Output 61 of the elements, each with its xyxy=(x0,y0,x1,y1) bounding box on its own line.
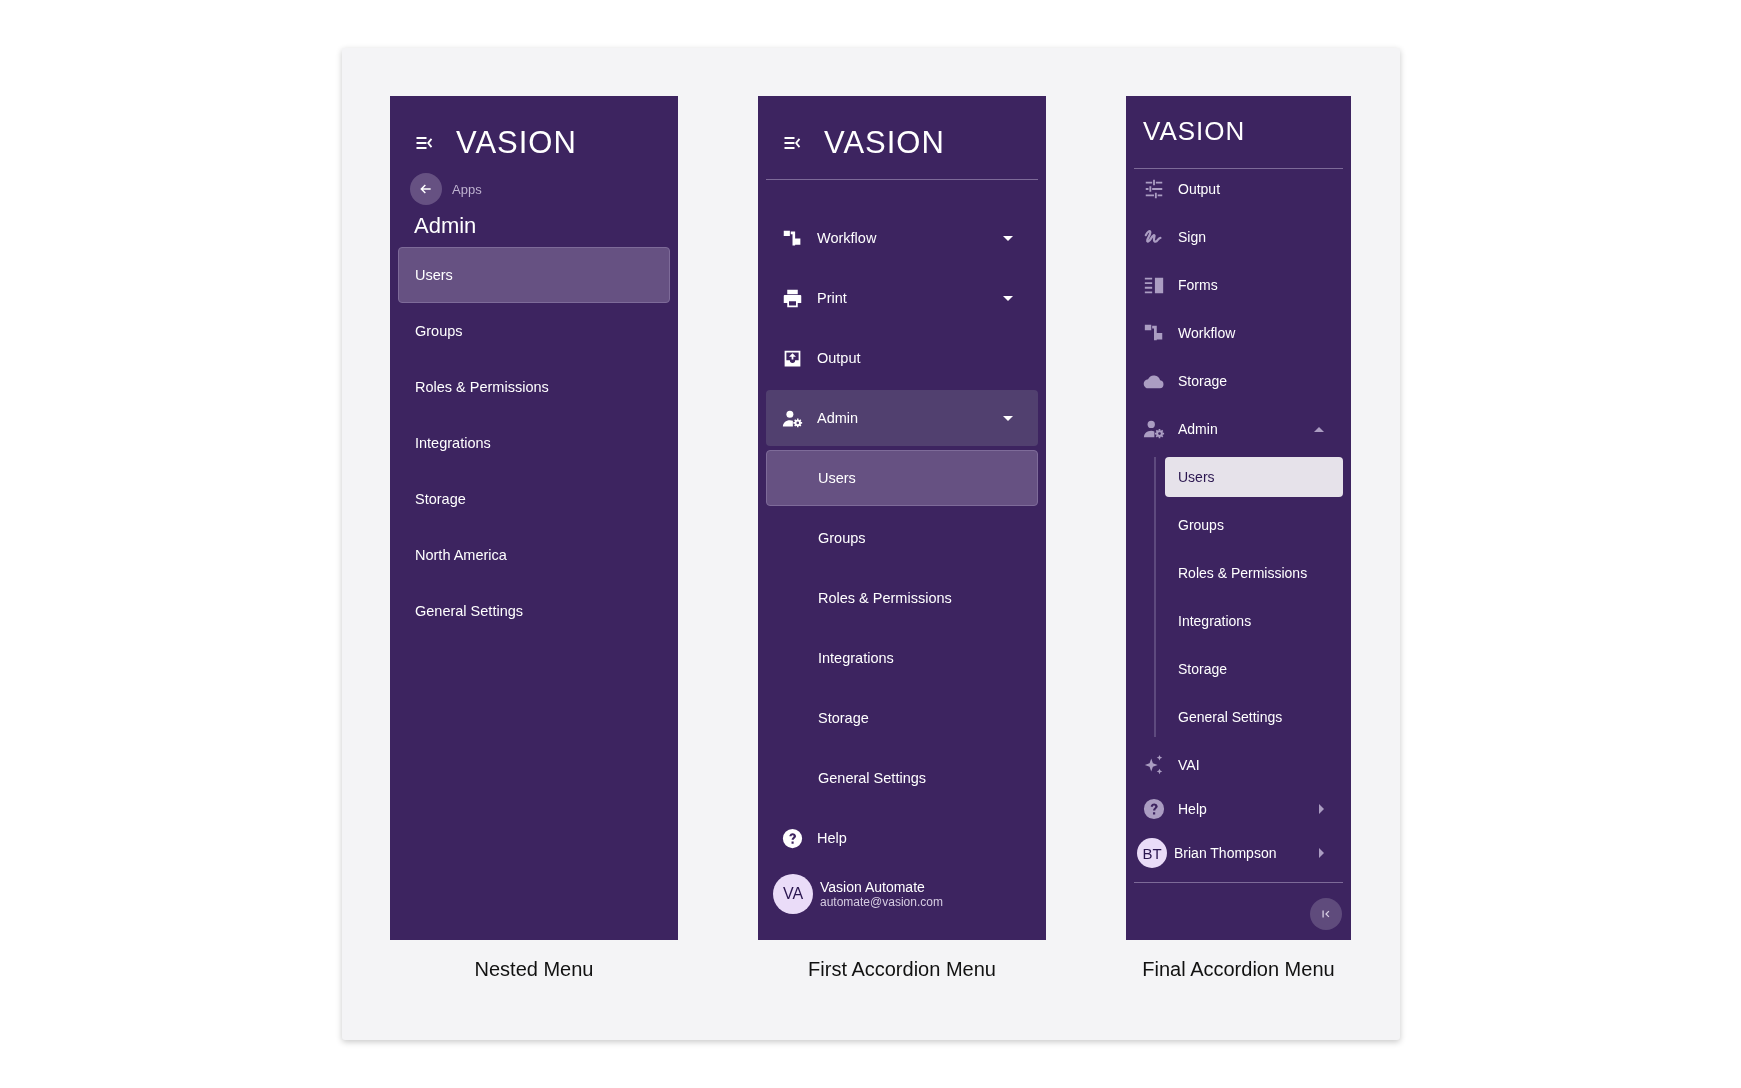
menu-item[interactable]: Output xyxy=(766,330,1038,386)
submenu-item[interactable]: Integrations xyxy=(766,630,1038,686)
menu-item[interactable]: Admin xyxy=(766,390,1038,446)
submenu-item[interactable]: Integrations xyxy=(1165,601,1343,641)
submenu-item[interactable]: Roles & Permissions xyxy=(766,570,1038,626)
caption: Final Accordion Menu xyxy=(1142,958,1335,981)
menu-item[interactable]: North America xyxy=(398,527,670,583)
logo: VASION xyxy=(456,125,577,161)
avatar: BT xyxy=(1137,838,1167,868)
help-item[interactable]: Help xyxy=(766,810,1038,866)
user-email: automate@vasion.com xyxy=(820,895,943,909)
user-gear-icon xyxy=(1143,418,1165,440)
avatar: VA xyxy=(773,874,813,914)
breadcrumb-link[interactable]: Apps xyxy=(452,181,482,197)
caret-icon xyxy=(1003,235,1013,241)
help-item[interactable]: Help xyxy=(1126,789,1343,829)
submenu-item[interactable]: Groups xyxy=(766,510,1038,566)
menu-item[interactable]: Forms xyxy=(1126,265,1343,305)
sparkle-icon xyxy=(1143,754,1165,776)
section-title: Admin xyxy=(413,212,478,239)
submenu-item[interactable]: Users xyxy=(766,450,1038,506)
user-menu[interactable]: BT Brian Thompson xyxy=(1126,833,1343,873)
menu-item[interactable]: Integrations xyxy=(398,415,670,471)
submenu-item[interactable]: Storage xyxy=(766,690,1038,746)
sliders-icon xyxy=(1143,178,1165,200)
logo: VASION xyxy=(1143,115,1246,148)
help-icon xyxy=(782,827,803,849)
menu-item[interactable]: VAI xyxy=(1126,745,1343,785)
menu-item[interactable]: Workflow xyxy=(1126,313,1343,353)
menu-item[interactable]: General Settings xyxy=(398,583,670,639)
user-menu[interactable]: VA Vasion Automate automate@vasion.com xyxy=(766,866,1038,922)
menu-item[interactable]: Storage xyxy=(398,471,670,527)
submenu-item[interactable]: General Settings xyxy=(1165,697,1343,737)
menu-item[interactable]: Print xyxy=(766,270,1038,326)
menu-item[interactable]: Admin xyxy=(1126,409,1343,449)
caption: First Accordion Menu xyxy=(808,958,996,981)
submenu-item[interactable]: Storage xyxy=(1165,649,1343,689)
submenu-item[interactable]: General Settings xyxy=(766,750,1038,806)
user-name: Vasion Automate xyxy=(820,879,926,895)
menu-item[interactable]: Workflow xyxy=(766,210,1038,266)
menu-item[interactable]: Groups xyxy=(398,303,670,359)
menu-item[interactable]: Users xyxy=(398,247,670,303)
caret-icon xyxy=(1003,415,1013,421)
submenu-item[interactable]: Groups xyxy=(1165,505,1343,545)
back-button[interactable] xyxy=(410,173,442,205)
submenu-item[interactable]: Users xyxy=(1165,457,1343,497)
menu-item[interactable]: Roles & Permissions xyxy=(398,359,670,415)
printer-icon xyxy=(782,287,803,309)
logo: VASION xyxy=(824,125,945,161)
submenu-item[interactable]: Roles & Permissions xyxy=(1165,553,1343,593)
caret-icon xyxy=(1314,426,1324,432)
help-icon xyxy=(1143,798,1165,820)
menu-item[interactable]: Output xyxy=(1126,169,1343,209)
collapse-button[interactable] xyxy=(1310,898,1342,930)
menu-item[interactable]: Storage xyxy=(1126,361,1343,401)
caret-icon xyxy=(1319,804,1324,814)
caption: Nested Menu xyxy=(474,958,594,981)
caret-icon xyxy=(1003,295,1013,301)
user-name: Brian Thompson xyxy=(1174,845,1278,861)
caret-icon xyxy=(1319,848,1324,858)
menu-item[interactable]: Sign xyxy=(1126,217,1343,257)
